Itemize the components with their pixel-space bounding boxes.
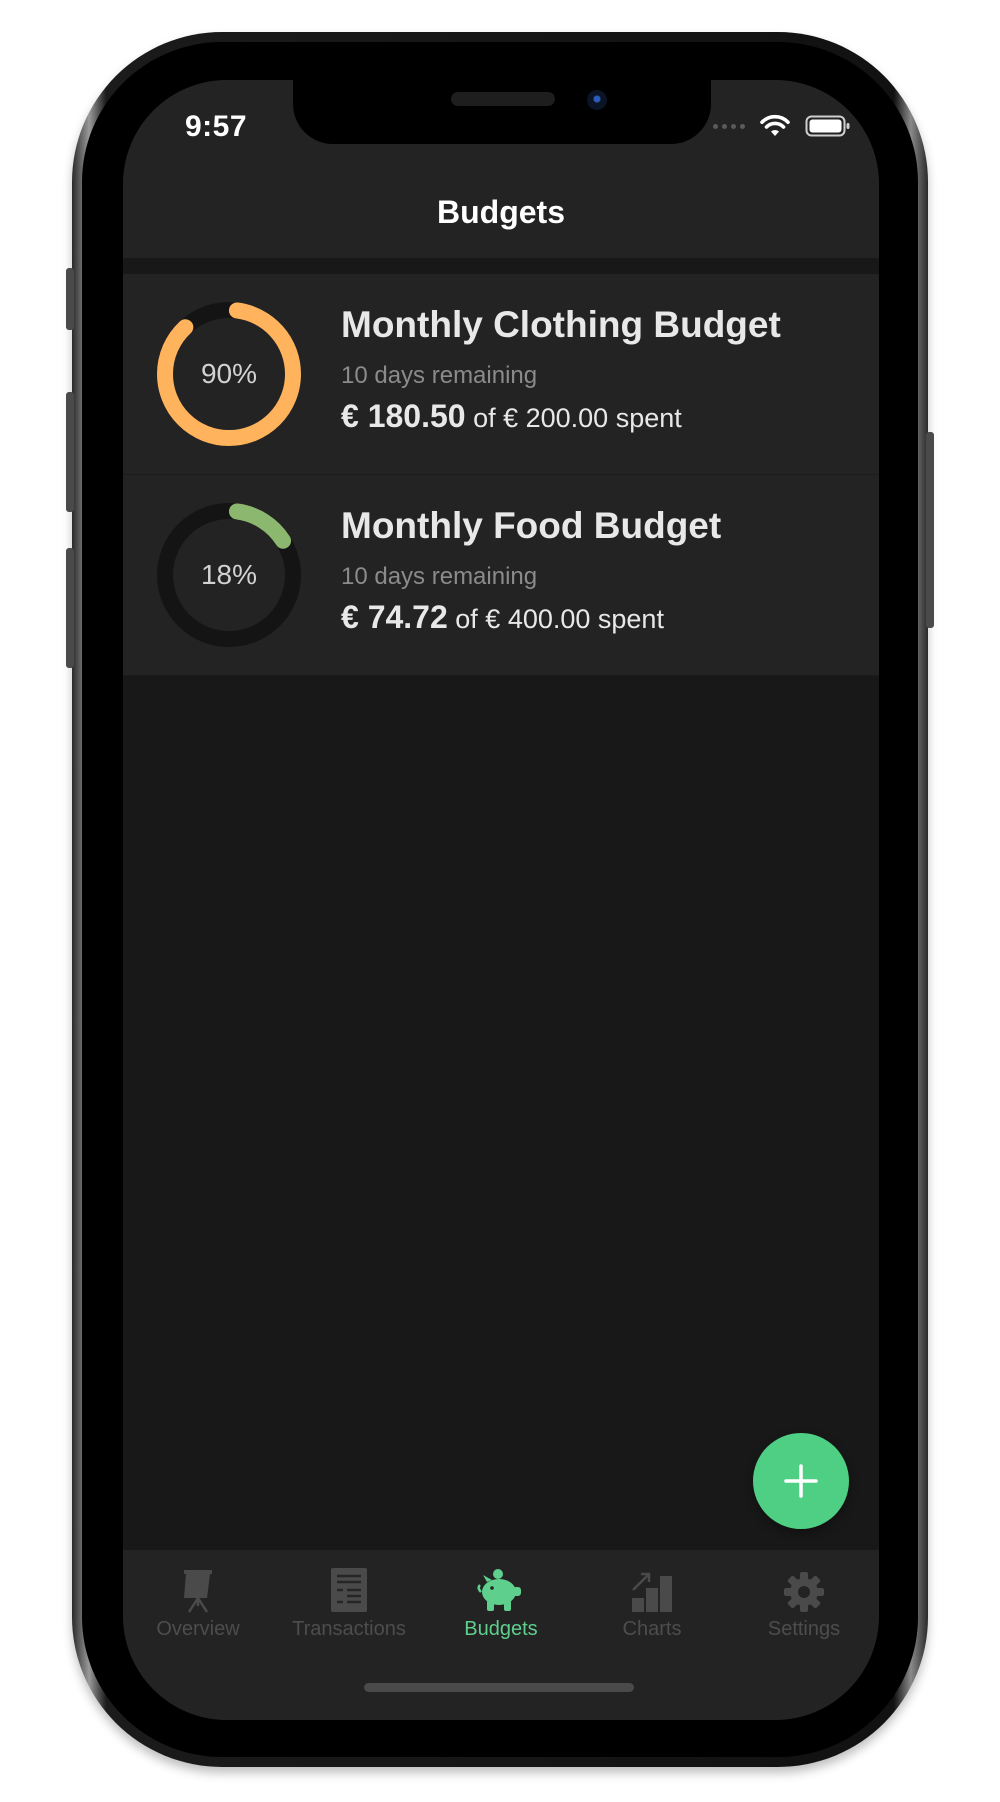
- add-budget-button[interactable]: [753, 1433, 849, 1529]
- tab-budgets[interactable]: Budgets: [426, 1558, 576, 1641]
- progress-percent: 90%: [200, 358, 258, 389]
- presentation-icon: [184, 1570, 212, 1613]
- tab-label: Charts: [622, 1618, 682, 1640]
- budget-title: Monthly Clothing Budget: [341, 304, 781, 345]
- volume-down-button: [66, 548, 74, 668]
- budget-row-food[interactable]: 18% Monthly Food Budget 10 days remainin…: [123, 475, 879, 676]
- front-camera: [587, 90, 607, 110]
- days-remaining: 10 days remaining: [341, 563, 538, 590]
- spent-amount: € 180.50: [341, 398, 466, 434]
- tab-transactions[interactable]: Transactions: [274, 1558, 424, 1641]
- budget-amount: € 180.50 of € 200.00 spent: [341, 398, 682, 435]
- tab-bar: Overview Transactions Budgets Charts Set…: [123, 1550, 879, 1720]
- tab-label: Budgets: [464, 1618, 538, 1640]
- tab-settings[interactable]: Settings: [729, 1558, 879, 1641]
- app-screen: Budgets 9:57 90% Monthly Clothing Budget: [123, 80, 879, 1720]
- tab-label: Overview: [156, 1618, 240, 1640]
- power-button: [926, 432, 934, 628]
- notch: [293, 80, 711, 144]
- budget-list: 90% Monthly Clothing Budget 10 days rema…: [123, 274, 879, 676]
- bar-chart-icon: [632, 1572, 672, 1612]
- page-title: Budgets: [437, 194, 565, 230]
- total-amount: of € 200.00 spent: [473, 403, 682, 433]
- tab-label: Settings: [767, 1618, 841, 1640]
- volume-up-button: [66, 392, 74, 512]
- tab-overview[interactable]: Overview: [123, 1558, 273, 1641]
- progress-percent: 18%: [200, 559, 258, 590]
- tab-label: Transactions: [292, 1618, 406, 1640]
- wifi-icon: [760, 114, 790, 136]
- plus-icon: [784, 1464, 818, 1498]
- home-indicator[interactable]: [364, 1683, 634, 1692]
- gear-icon: [784, 1572, 824, 1612]
- spent-amount: € 74.72: [341, 599, 448, 635]
- budget-amount: € 74.72 of € 400.00 spent: [341, 599, 664, 636]
- total-amount: of € 400.00 spent: [455, 604, 664, 634]
- battery-icon: [805, 115, 850, 137]
- budget-row-clothing[interactable]: 90% Monthly Clothing Budget 10 days rema…: [123, 274, 879, 475]
- piggy-bank-icon: [477, 1569, 521, 1611]
- cellular-signal-icon: [713, 123, 745, 129]
- status-time: 9:57: [185, 110, 248, 143]
- tab-charts[interactable]: Charts: [577, 1558, 727, 1641]
- budget-title: Monthly Food Budget: [341, 505, 722, 546]
- days-remaining: 10 days remaining: [341, 362, 538, 389]
- status-icons: [713, 114, 851, 138]
- document-icon: [331, 1568, 367, 1612]
- silent-switch: [66, 268, 74, 330]
